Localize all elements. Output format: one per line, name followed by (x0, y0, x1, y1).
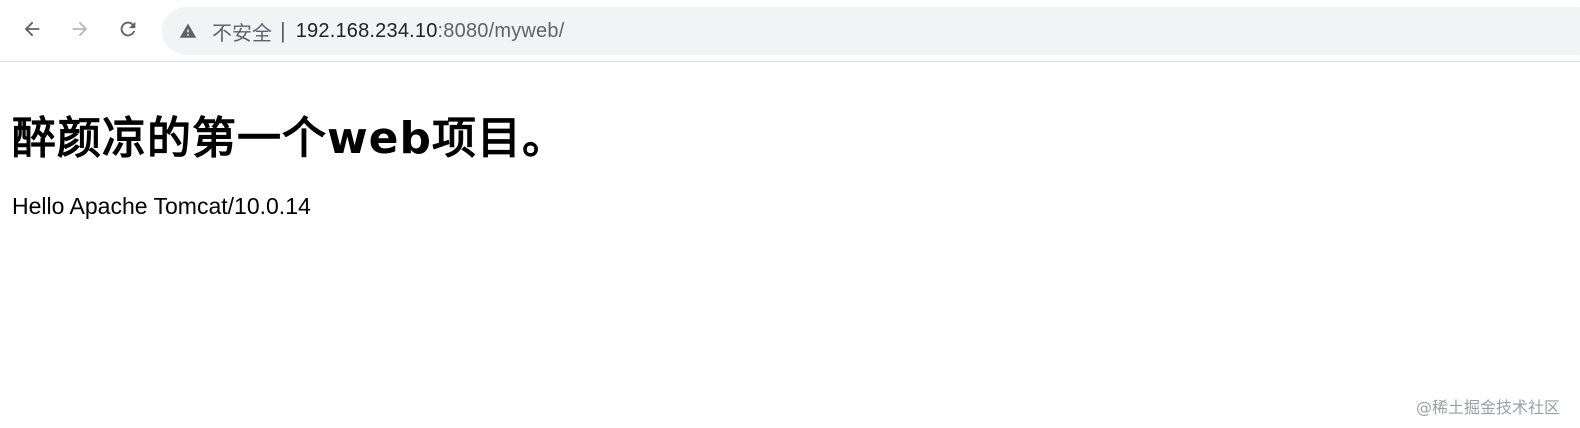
url-path: :8080/myweb/ (437, 19, 565, 42)
reload-icon (117, 18, 139, 45)
forward-button[interactable] (63, 14, 97, 48)
browser-toolbar: 不安全 | 192.168.234.10:8080/myweb/ (0, 0, 1580, 62)
reload-button[interactable] (111, 14, 145, 48)
warning-triangle-icon[interactable] (178, 21, 198, 41)
url-text[interactable]: 192.168.234.10:8080/myweb/ (296, 20, 565, 43)
security-label[interactable]: 不安全 (212, 17, 272, 46)
security-separator: | (280, 18, 286, 43)
address-bar[interactable]: 不安全 | 192.168.234.10:8080/myweb/ (162, 7, 1580, 55)
arrow-right-icon (69, 18, 91, 45)
page-heading: 醉颜凉的第一个web项目。 (12, 113, 567, 164)
arrow-left-icon (21, 18, 43, 45)
watermark-text: @稀土掘金技术社区 (1415, 398, 1560, 417)
back-button[interactable] (15, 14, 49, 48)
url-host: 192.168.234.10 (295, 19, 438, 42)
page-body-text: Hello Apache Tomcat/10.0.14 (12, 193, 311, 219)
